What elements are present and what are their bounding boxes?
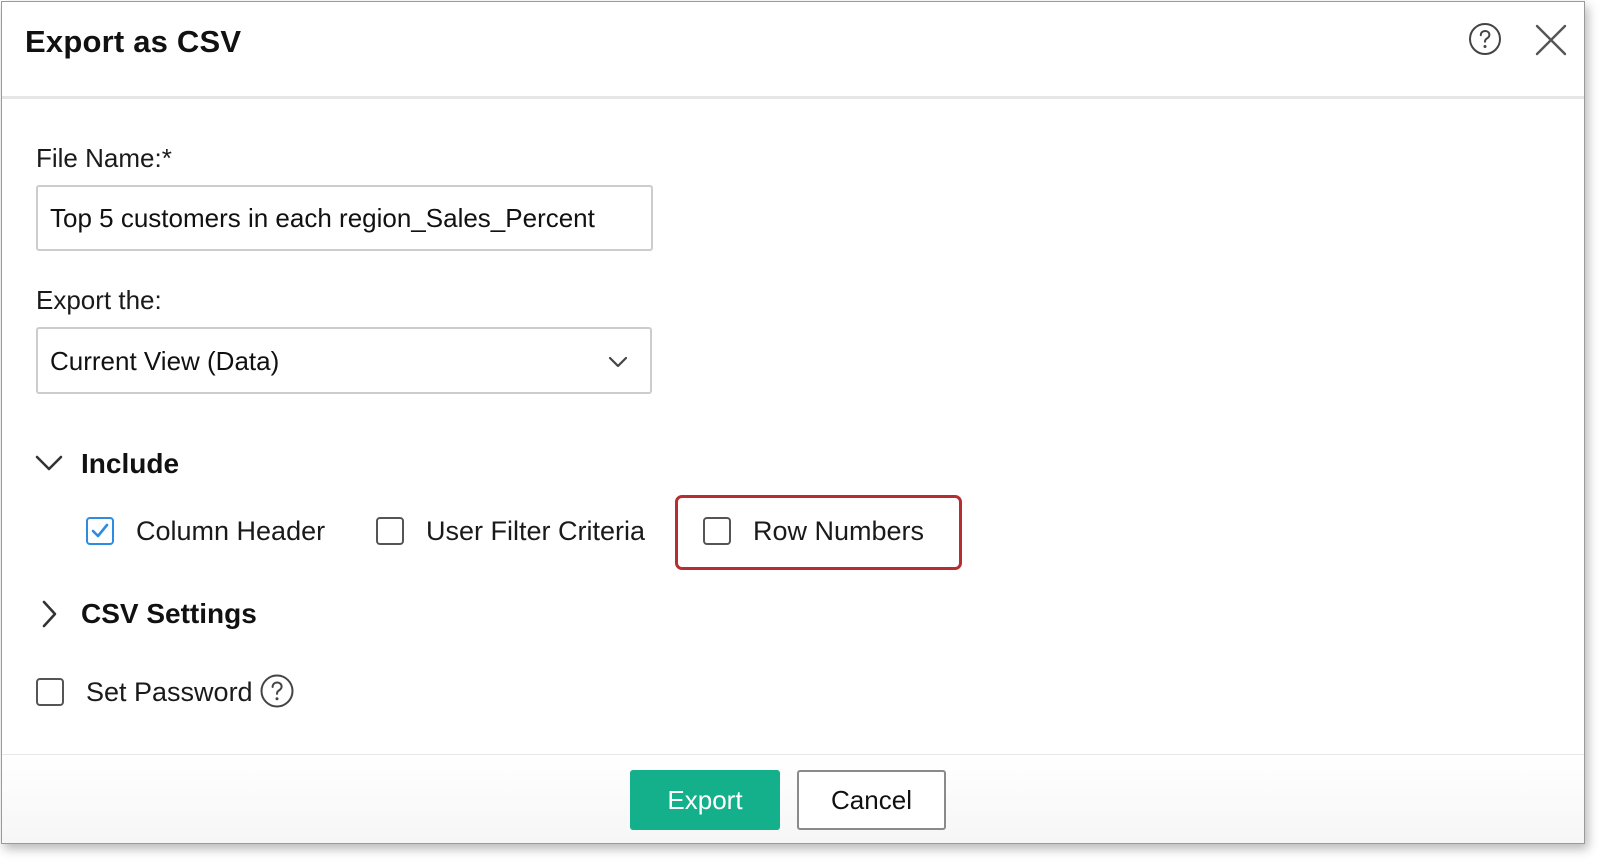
close-icon[interactable] bbox=[1533, 22, 1569, 58]
row-numbers-checkbox[interactable] bbox=[703, 517, 731, 545]
export-the-select[interactable]: Current View (Data) bbox=[36, 327, 652, 394]
column-header-label: Column Header bbox=[136, 516, 326, 546]
file-name-label: File Name:* bbox=[36, 143, 172, 173]
export-the-label: Export the: bbox=[36, 285, 162, 315]
dialog-footer: Export Cancel bbox=[2, 754, 1584, 843]
csv-settings-section-label: CSV Settings bbox=[81, 598, 257, 629]
file-name-input[interactable] bbox=[36, 185, 653, 251]
help-icon[interactable] bbox=[1469, 23, 1501, 55]
user-filter-criteria-checkbox[interactable] bbox=[376, 517, 404, 545]
chevron-down-icon bbox=[608, 356, 628, 368]
include-section-toggle[interactable]: Include bbox=[32, 442, 217, 486]
help-icon[interactable] bbox=[260, 674, 294, 708]
set-password-checkbox[interactable] bbox=[36, 678, 64, 706]
set-password-label: Set Password bbox=[86, 677, 253, 707]
export-csv-dialog: Export as CSV File Name:* Export the: Cu… bbox=[1, 1, 1585, 844]
export-the-value: Current View (Data) bbox=[50, 346, 280, 376]
column-header-checkbox[interactable] bbox=[86, 517, 114, 545]
include-section-label: Include bbox=[81, 448, 180, 479]
row-numbers-label: Row Numbers bbox=[753, 516, 925, 546]
chevron-right-icon bbox=[42, 600, 57, 628]
export-button[interactable]: Export bbox=[630, 770, 780, 830]
cancel-button[interactable]: Cancel bbox=[797, 770, 946, 830]
user-filter-criteria-label: User Filter Criteria bbox=[426, 516, 646, 546]
chevron-down-icon bbox=[35, 455, 63, 471]
dialog-header: Export as CSV bbox=[2, 2, 1584, 99]
dialog-title: Export as CSV bbox=[25, 24, 242, 59]
csv-settings-section-toggle[interactable]: CSV Settings bbox=[32, 592, 262, 636]
checkmark-icon bbox=[91, 523, 109, 538]
